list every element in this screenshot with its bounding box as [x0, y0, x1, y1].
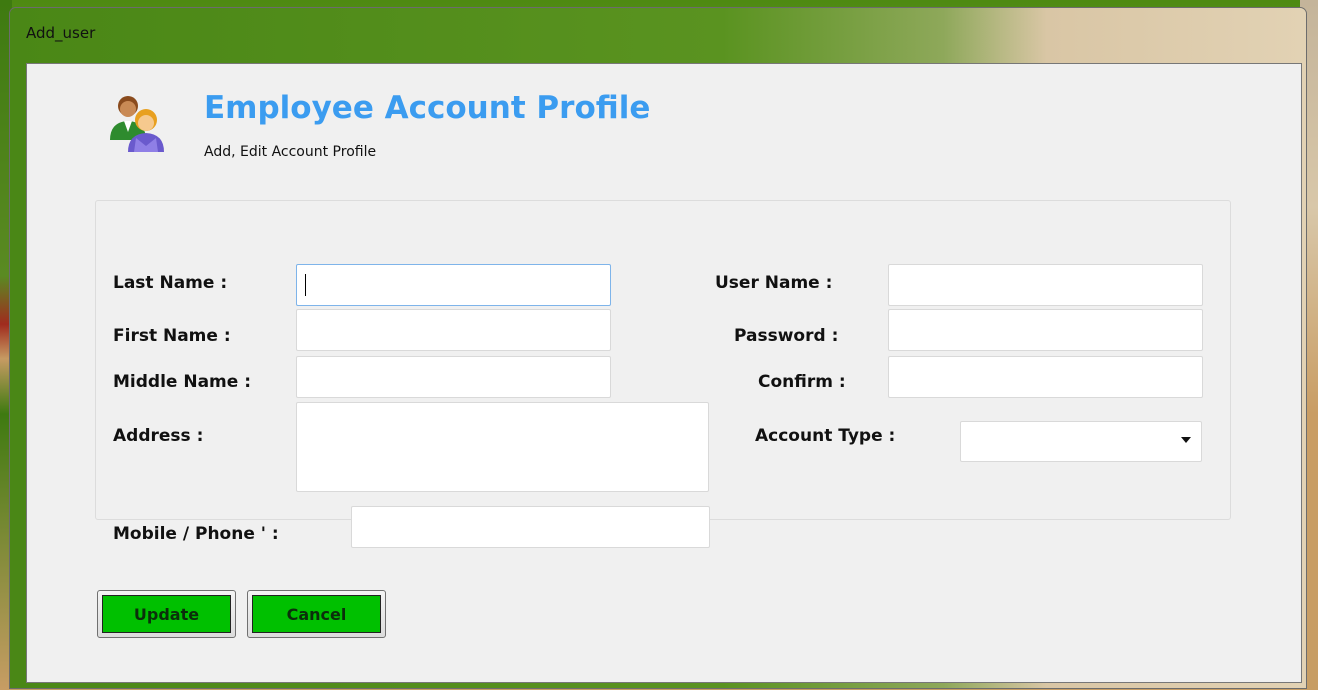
page-subtitle: Add, Edit Account Profile [204, 144, 377, 160]
chevron-down-icon[interactable] [1181, 437, 1191, 443]
update-button-frame: Update [97, 590, 236, 638]
last-name-input[interactable] [296, 264, 611, 306]
confirm-password-input[interactable] [888, 356, 1203, 398]
window-title: Add_user [26, 24, 96, 42]
add-user-window: Add_user Employee Account Profile Add, E… [10, 8, 1306, 688]
address-label: Address : [113, 426, 204, 446]
mobile-phone-input[interactable] [351, 506, 710, 548]
password-label: Password : [734, 326, 839, 346]
middle-name-label: Middle Name : [113, 372, 252, 392]
window-titlebar[interactable]: Add_user [10, 8, 1306, 58]
cancel-button[interactable]: Cancel [252, 595, 381, 633]
account-type-label: Account Type : [755, 426, 896, 446]
first-name-label: First Name : [113, 326, 231, 346]
users-icon [110, 96, 164, 152]
account-type-select[interactable] [960, 421, 1202, 462]
middle-name-input[interactable] [296, 356, 611, 398]
text-caret [305, 274, 306, 296]
mobile-phone-label: Mobile / Phone ' : [113, 524, 279, 544]
user-name-label: User Name : [715, 273, 833, 293]
password-input[interactable] [888, 309, 1203, 351]
update-button[interactable]: Update [102, 595, 231, 633]
confirm-label: Confirm : [758, 372, 846, 392]
first-name-input[interactable] [296, 309, 611, 351]
user-name-input[interactable] [888, 264, 1203, 306]
address-textarea[interactable] [296, 402, 709, 492]
page-title: Employee Account Profile [204, 90, 651, 126]
last-name-label: Last Name : [113, 273, 228, 293]
cancel-button-frame: Cancel [247, 590, 386, 638]
